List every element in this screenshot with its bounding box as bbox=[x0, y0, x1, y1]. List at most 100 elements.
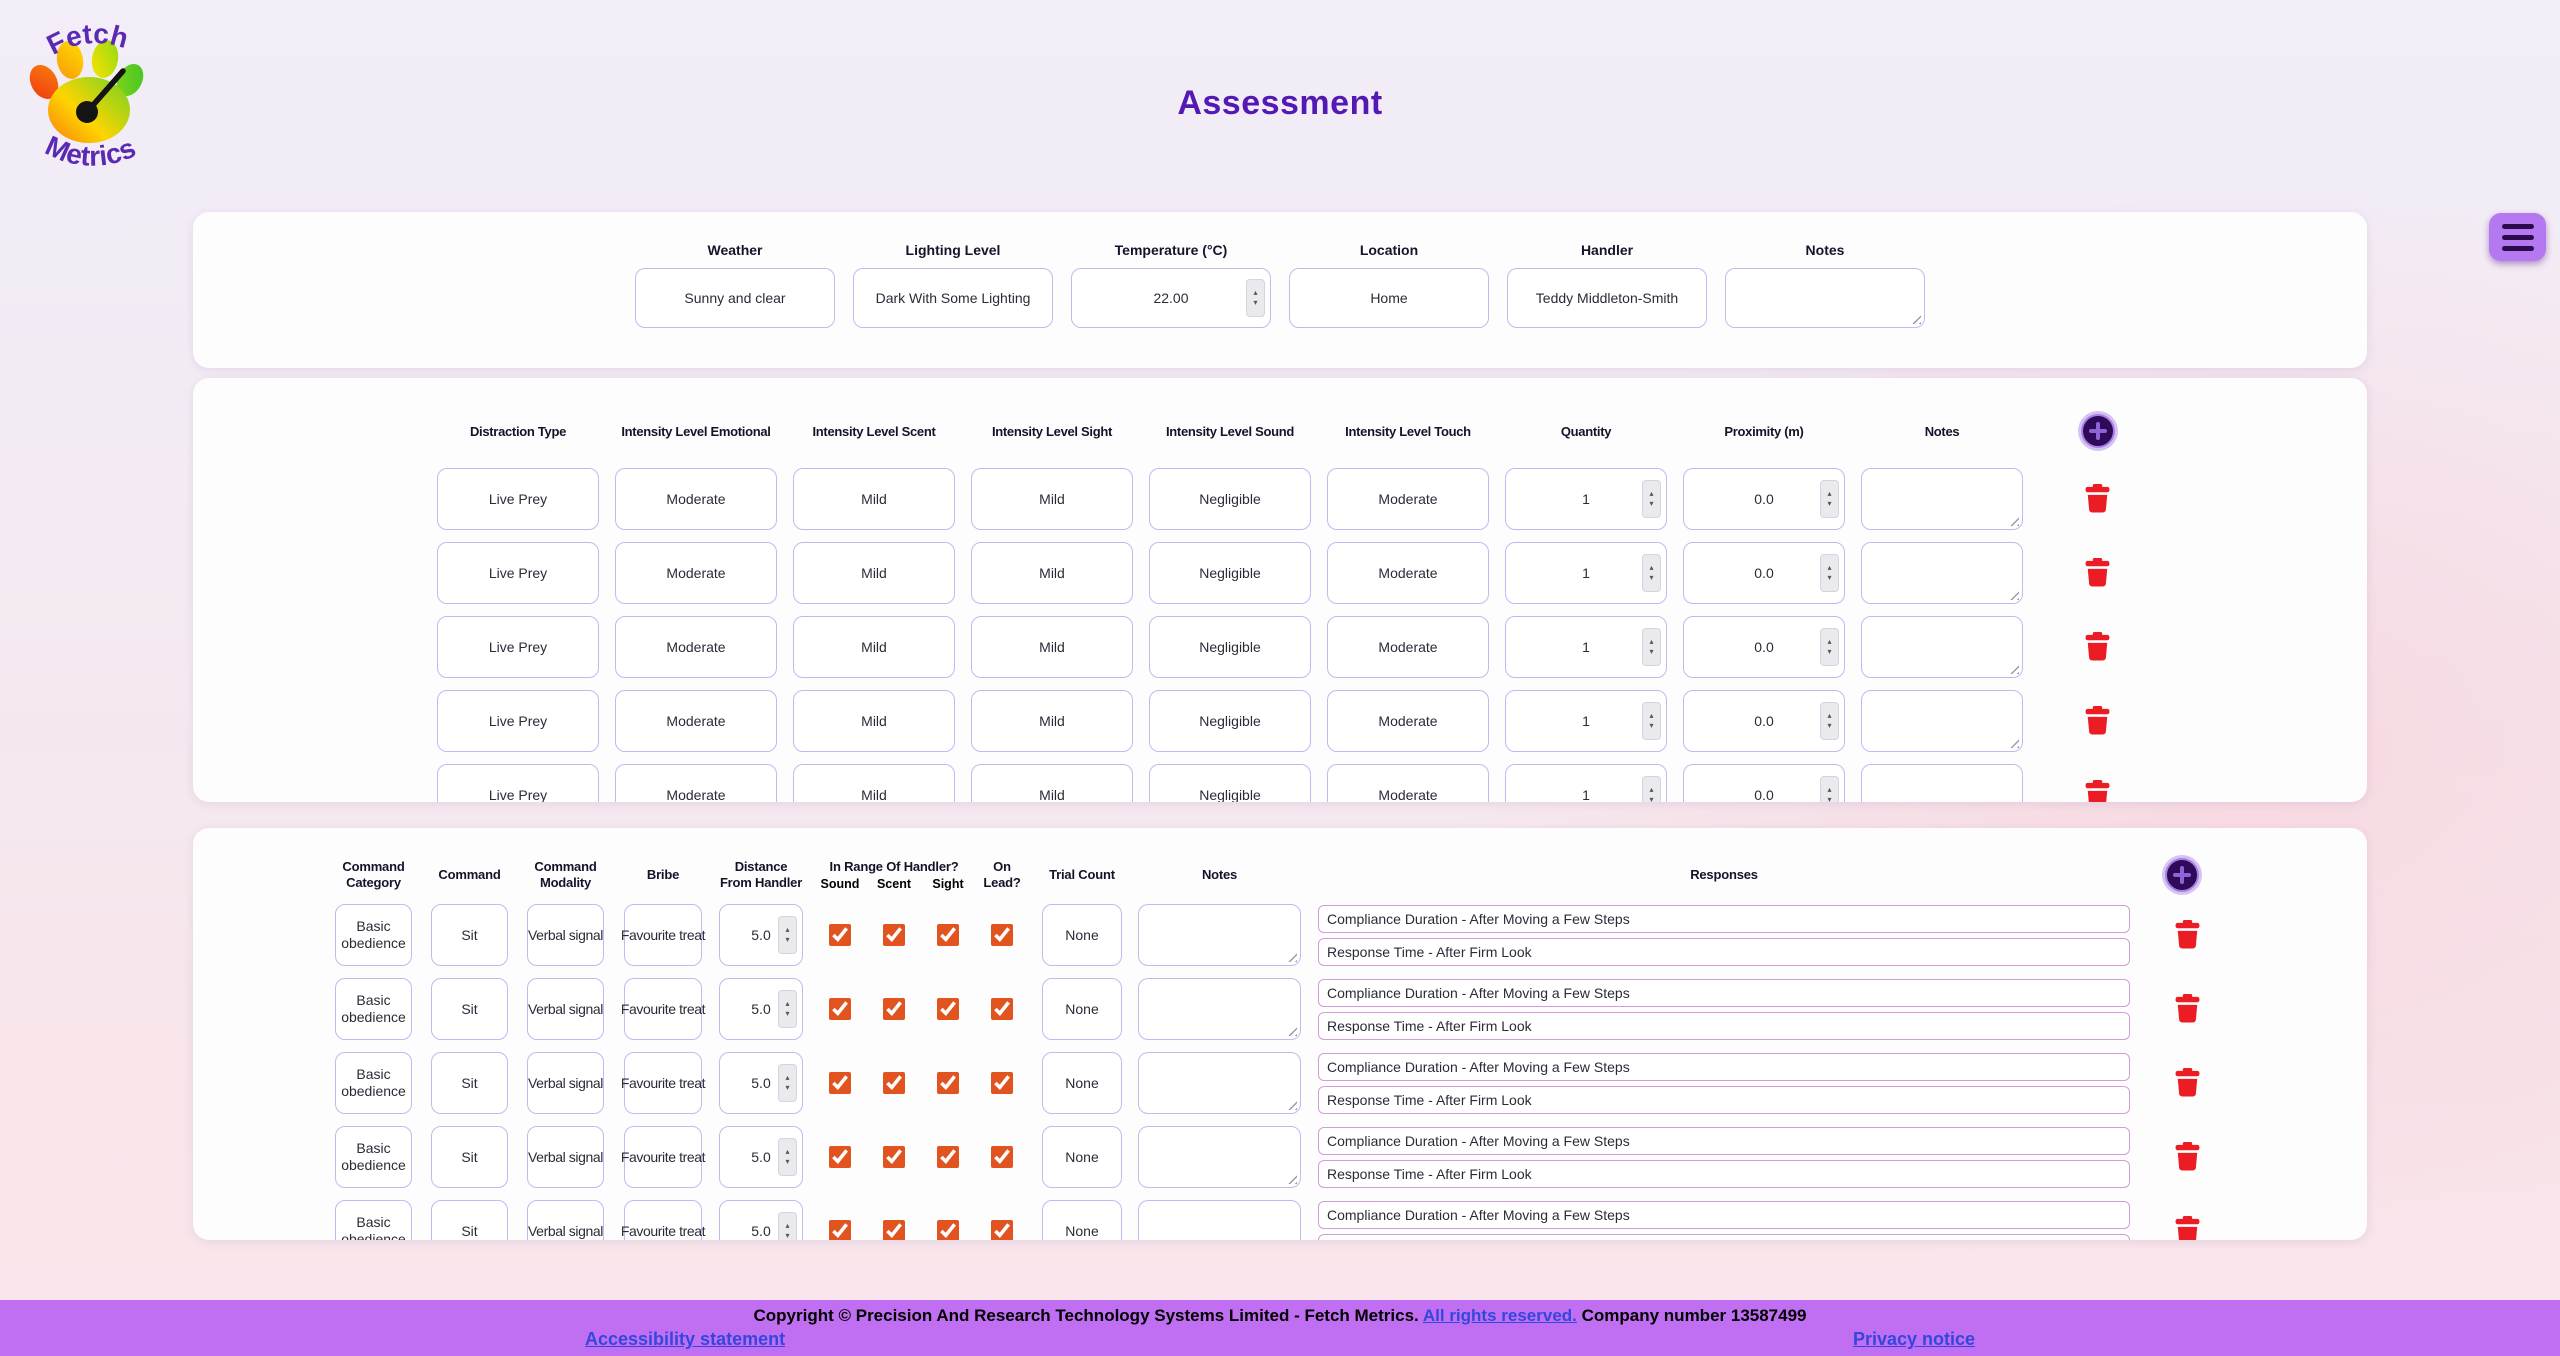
temperature-input[interactable]: 22.00 ▴ ▾ bbox=[1071, 268, 1271, 328]
intensity-level-scent-input[interactable]: Mild bbox=[793, 690, 955, 752]
proximity-input[interactable]: 0.0 ▴ ▾ bbox=[1683, 468, 1845, 530]
command-input[interactable]: Sit bbox=[431, 904, 508, 966]
spinner-icon[interactable]: ▴ ▾ bbox=[1642, 628, 1661, 666]
spinner-icon[interactable]: ▴ ▾ bbox=[1642, 776, 1661, 802]
spinner-icon[interactable]: ▴ ▾ bbox=[1642, 554, 1661, 592]
command-category-input[interactable]: Basic obedience bbox=[335, 1200, 412, 1240]
intensity-level-touch-input[interactable]: Moderate bbox=[1327, 542, 1489, 604]
all-rights-reserved-link[interactable]: All rights reserved. bbox=[1423, 1306, 1577, 1325]
quantity-input[interactable]: 1 ▴ ▾ bbox=[1505, 542, 1667, 604]
bribe-input[interactable]: Favourite treat bbox=[621, 978, 706, 1040]
quantity-input[interactable]: 1 ▴ ▾ bbox=[1505, 764, 1667, 802]
distance-from-handler-input[interactable]: 5.0 ▴ ▾ bbox=[719, 1200, 803, 1240]
command-category-input[interactable]: Basic obedience bbox=[335, 978, 412, 1040]
bribe-input[interactable]: Favourite treat bbox=[621, 904, 706, 966]
trial-count-input[interactable]: None bbox=[1042, 1200, 1122, 1240]
in-range-sound-checkbox[interactable] bbox=[829, 1072, 851, 1094]
command-modality-input[interactable]: Verbal signal bbox=[527, 1052, 604, 1114]
in-range-scent-checkbox[interactable] bbox=[883, 1072, 905, 1094]
add-command-button[interactable] bbox=[2165, 858, 2199, 892]
in-range-sight-checkbox[interactable] bbox=[937, 924, 959, 946]
add-distraction-button[interactable] bbox=[2081, 414, 2115, 448]
intensity-level-sound-input[interactable]: Negligible bbox=[1149, 542, 1311, 604]
in-range-sight-checkbox[interactable] bbox=[937, 1220, 959, 1240]
intensity-level-scent-input[interactable]: Mild bbox=[793, 616, 955, 678]
intensity-level-emotional-input[interactable]: Moderate bbox=[615, 690, 777, 752]
distraction-notes-input[interactable] bbox=[1861, 542, 2023, 604]
intensity-level-emotional-input[interactable]: Moderate bbox=[615, 468, 777, 530]
response-input[interactable]: Response Time - After Firm Look bbox=[1318, 1085, 2130, 1114]
trial-count-input[interactable]: None bbox=[1042, 904, 1122, 966]
distraction-type-input[interactable]: Live Prey bbox=[437, 764, 599, 802]
response-input[interactable]: Compliance Duration - After Moving a Few… bbox=[1318, 1126, 2130, 1155]
command-category-input[interactable]: Basic obedience bbox=[335, 1126, 412, 1188]
distance-from-handler-input[interactable]: 5.0 ▴ ▾ bbox=[719, 904, 803, 966]
menu-button[interactable] bbox=[2489, 213, 2546, 261]
command-notes-input[interactable] bbox=[1138, 1200, 1301, 1240]
proximity-input[interactable]: 0.0 ▴ ▾ bbox=[1683, 690, 1845, 752]
intensity-level-emotional-input[interactable]: Moderate bbox=[615, 764, 777, 802]
distraction-notes-input[interactable] bbox=[1861, 468, 2023, 530]
distance-from-handler-input[interactable]: 5.0 ▴ ▾ bbox=[719, 978, 803, 1040]
spinner-icon[interactable]: ▴ ▾ bbox=[1642, 702, 1661, 740]
spinner-icon[interactable]: ▴ ▾ bbox=[778, 1138, 797, 1176]
distraction-type-input[interactable]: Live Prey bbox=[437, 690, 599, 752]
delete-row-button[interactable] bbox=[2175, 994, 2201, 1024]
delete-row-button[interactable] bbox=[2175, 1068, 2201, 1098]
command-input[interactable]: Sit bbox=[431, 1052, 508, 1114]
proximity-input[interactable]: 0.0 ▴ ▾ bbox=[1683, 542, 1845, 604]
in-range-scent-checkbox[interactable] bbox=[883, 1146, 905, 1168]
trial-count-input[interactable]: None bbox=[1042, 1126, 1122, 1188]
command-notes-input[interactable] bbox=[1138, 1126, 1301, 1188]
command-input[interactable]: Sit bbox=[431, 1200, 508, 1240]
weather-input[interactable]: Sunny and clear bbox=[635, 268, 835, 328]
response-input[interactable]: Compliance Duration - After Moving a Few… bbox=[1318, 978, 2130, 1007]
spinner-icon[interactable]: ▴ ▾ bbox=[1820, 776, 1839, 802]
on-lead-checkbox[interactable] bbox=[991, 924, 1013, 946]
in-range-sound-checkbox[interactable] bbox=[829, 924, 851, 946]
response-input[interactable]: Response Time - After Firm Look bbox=[1318, 1011, 2130, 1040]
intensity-level-scent-input[interactable]: Mild bbox=[793, 468, 955, 530]
proximity-input[interactable]: 0.0 ▴ ▾ bbox=[1683, 616, 1845, 678]
delete-row-button[interactable] bbox=[2175, 1142, 2201, 1172]
distraction-type-input[interactable]: Live Prey bbox=[437, 542, 599, 604]
intensity-level-touch-input[interactable]: Moderate bbox=[1327, 468, 1489, 530]
in-range-sound-checkbox[interactable] bbox=[829, 1220, 851, 1240]
distance-from-handler-input[interactable]: 5.0 ▴ ▾ bbox=[719, 1126, 803, 1188]
on-lead-checkbox[interactable] bbox=[991, 1146, 1013, 1168]
response-input[interactable]: Response Time - After Firm Look bbox=[1318, 1233, 2130, 1240]
in-range-scent-checkbox[interactable] bbox=[883, 998, 905, 1020]
in-range-sound-checkbox[interactable] bbox=[829, 998, 851, 1020]
command-input[interactable]: Sit bbox=[431, 1126, 508, 1188]
command-modality-input[interactable]: Verbal signal bbox=[527, 1200, 604, 1240]
delete-row-button[interactable] bbox=[2175, 1216, 2201, 1240]
handler-input[interactable]: Teddy Middleton-Smith bbox=[1507, 268, 1707, 328]
spinner-icon[interactable]: ▴ ▾ bbox=[1820, 554, 1839, 592]
command-modality-input[interactable]: Verbal signal bbox=[527, 904, 604, 966]
spinner-icon[interactable]: ▴ ▾ bbox=[778, 1212, 797, 1240]
distraction-type-input[interactable]: Live Prey bbox=[437, 616, 599, 678]
intensity-level-scent-input[interactable]: Mild bbox=[793, 542, 955, 604]
command-notes-input[interactable] bbox=[1138, 1052, 1301, 1114]
intensity-level-sound-input[interactable]: Negligible bbox=[1149, 468, 1311, 530]
response-input[interactable]: Response Time - After Firm Look bbox=[1318, 1159, 2130, 1188]
spinner-icon[interactable]: ▴ ▾ bbox=[1820, 480, 1839, 518]
location-input[interactable]: Home bbox=[1289, 268, 1489, 328]
intensity-level-sound-input[interactable]: Negligible bbox=[1149, 690, 1311, 752]
response-input[interactable]: Response Time - After Firm Look bbox=[1318, 937, 2130, 966]
on-lead-checkbox[interactable] bbox=[991, 1072, 1013, 1094]
delete-row-button[interactable] bbox=[2085, 632, 2111, 662]
trial-count-input[interactable]: None bbox=[1042, 1052, 1122, 1114]
trial-count-input[interactable]: None bbox=[1042, 978, 1122, 1040]
bribe-input[interactable]: Favourite treat bbox=[621, 1200, 706, 1240]
on-lead-checkbox[interactable] bbox=[991, 1220, 1013, 1240]
in-range-sound-checkbox[interactable] bbox=[829, 1146, 851, 1168]
intensity-level-touch-input[interactable]: Moderate bbox=[1327, 764, 1489, 802]
proximity-input[interactable]: 0.0 ▴ ▾ bbox=[1683, 764, 1845, 802]
distraction-notes-input[interactable] bbox=[1861, 616, 2023, 678]
distraction-notes-input[interactable] bbox=[1861, 690, 2023, 752]
bribe-input[interactable]: Favourite treat bbox=[621, 1052, 706, 1114]
spinner-icon[interactable]: ▴ ▾ bbox=[1642, 480, 1661, 518]
intensity-level-scent-input[interactable]: Mild bbox=[793, 764, 955, 802]
spinner-icon[interactable]: ▴ ▾ bbox=[1246, 279, 1265, 317]
